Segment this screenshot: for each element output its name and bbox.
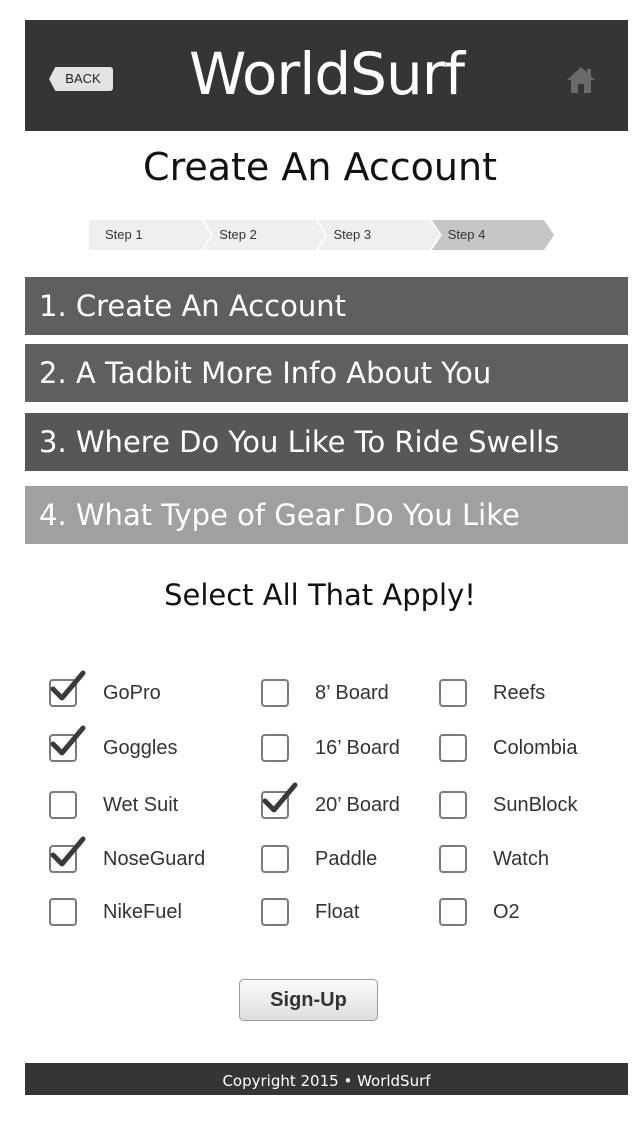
option-label: GoPro bbox=[103, 681, 161, 704]
checkbox-goggles[interactable] bbox=[49, 725, 86, 762]
option-label: Watch bbox=[493, 847, 549, 870]
sign-up-button[interactable]: Sign-Up bbox=[239, 979, 378, 1021]
option-paddle[interactable]: Paddle bbox=[261, 842, 377, 876]
option-wet-suit[interactable]: Wet Suit bbox=[49, 788, 178, 822]
option-colombia[interactable]: Colombia bbox=[439, 731, 577, 765]
checkbox-noseguard[interactable] bbox=[49, 836, 86, 873]
option-label: Paddle bbox=[315, 847, 378, 870]
option-noseguard[interactable]: NoseGuard bbox=[49, 836, 206, 876]
option-gopro[interactable]: GoPro bbox=[49, 670, 161, 710]
checkbox-colombia[interactable] bbox=[439, 734, 467, 762]
checkmark-icon bbox=[50, 670, 86, 701]
step-2[interactable]: Step 2 bbox=[203, 220, 325, 250]
option-8-board[interactable]: 8’ Board bbox=[261, 676, 389, 710]
checkbox-reefs[interactable] bbox=[439, 679, 467, 707]
option-16-board[interactable]: 16’ Board bbox=[261, 731, 400, 765]
checkbox-sunblock[interactable] bbox=[439, 791, 467, 819]
option-label: O2 bbox=[493, 900, 520, 923]
step-3[interactable]: Step 3 bbox=[318, 220, 440, 250]
checkbox-paddle[interactable] bbox=[261, 845, 289, 873]
checkbox-float[interactable] bbox=[261, 898, 289, 926]
option-float[interactable]: Float bbox=[261, 895, 359, 929]
option-goggles[interactable]: Goggles bbox=[49, 725, 178, 765]
section-create-account[interactable]: 1. Create An Account bbox=[25, 277, 628, 335]
checkbox-20-board[interactable] bbox=[261, 782, 298, 819]
section-more-info[interactable]: 2. A Tadbit More Info About You bbox=[25, 344, 628, 402]
checkmark-icon bbox=[50, 725, 86, 756]
option-label: Wet Suit bbox=[103, 793, 179, 816]
option-o2[interactable]: O2 bbox=[439, 895, 520, 929]
option-sunblock[interactable]: SunBlock bbox=[439, 788, 578, 822]
option-label: NikeFuel bbox=[103, 900, 182, 923]
select-all-heading: Select All That Apply! bbox=[164, 578, 476, 612]
option-label: SunBlock bbox=[493, 793, 578, 816]
option-label: Float bbox=[315, 900, 360, 923]
app-header: BACK WorldSurf bbox=[25, 20, 628, 131]
step-1[interactable]: Step 1 bbox=[89, 220, 211, 250]
option-20-board[interactable]: 20’ Board bbox=[261, 782, 400, 822]
step-progress: Step 1 Step 2 Step 3 Step 4 bbox=[89, 220, 546, 250]
option-label: Colombia bbox=[493, 736, 578, 759]
home-icon[interactable] bbox=[565, 64, 597, 96]
checkbox-16-board[interactable] bbox=[261, 734, 289, 762]
option-label: Reefs bbox=[493, 681, 546, 704]
section-ride-swells[interactable]: 3. Where Do You Like To Ride Swells bbox=[25, 413, 628, 471]
checkbox-8-board[interactable] bbox=[261, 679, 289, 707]
option-label: 20’ Board bbox=[315, 793, 400, 816]
checkbox-watch[interactable] bbox=[439, 845, 467, 873]
footer-copyright: Copyright 2015 • WorldSurf bbox=[25, 1063, 628, 1095]
checkmark-icon bbox=[262, 782, 298, 813]
page-title: Create An Account bbox=[143, 145, 497, 189]
app-logo: WorldSurf bbox=[188, 40, 465, 108]
checkbox-gopro[interactable] bbox=[49, 670, 86, 707]
option-nikefuel[interactable]: NikeFuel bbox=[49, 895, 182, 929]
section-gear[interactable]: 4. What Type of Gear Do You Like bbox=[25, 486, 628, 544]
option-label: 16’ Board bbox=[315, 736, 400, 759]
step-4[interactable]: Step 4 bbox=[432, 220, 554, 250]
checkbox-nikefuel[interactable] bbox=[49, 898, 77, 926]
option-reefs[interactable]: Reefs bbox=[439, 676, 545, 710]
checkmark-icon bbox=[50, 836, 86, 867]
checkbox-wet-suit[interactable] bbox=[49, 791, 77, 819]
option-watch[interactable]: Watch bbox=[439, 842, 549, 876]
option-label: NoseGuard bbox=[103, 847, 206, 870]
checkbox-o2[interactable] bbox=[439, 898, 467, 926]
option-label: Goggles bbox=[103, 736, 178, 759]
option-label: 8’ Board bbox=[315, 681, 389, 704]
